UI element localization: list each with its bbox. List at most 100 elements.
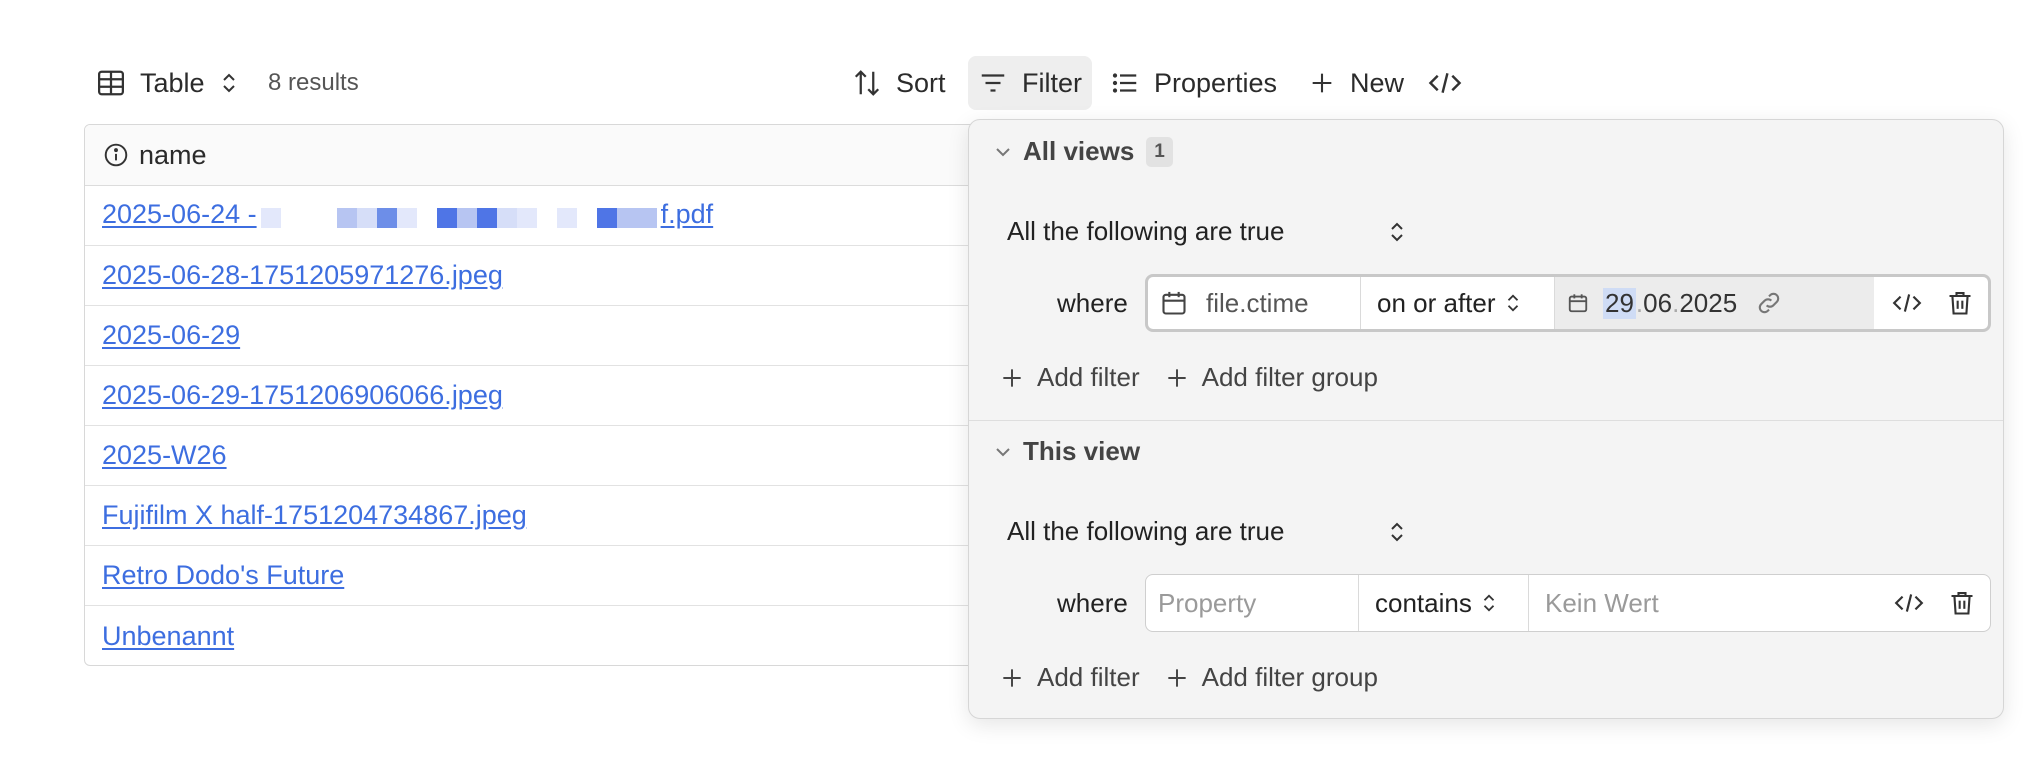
date-year[interactable]: 2025 [1679,288,1737,319]
add-filter-group-button[interactable]: Add filter group [1164,362,1378,393]
file-link[interactable]: Retro Dodo's Future [102,560,344,591]
where-label: where [1057,288,1128,318]
table-row: 2025-06-28-1751205971276.jpeg [85,246,1083,306]
file-link-text: 2025-06-24 - [102,199,257,230]
file-link[interactable]: 2025-06-29 [102,320,240,351]
chevron-down-icon [993,142,1013,162]
add-filter-group-label: Add filter group [1201,662,1378,692]
updown-chevron-icon [1387,220,1407,244]
operator-label: on or after [1377,287,1496,318]
add-filter-group-label: Add filter group [1201,362,1378,392]
new-label: New [1350,67,1405,98]
table-row: 2025-06-29 [85,306,1083,366]
sort-icon [852,68,882,98]
property-select[interactable]: file.ctime [1148,277,1360,329]
view-label: Table [140,67,205,98]
operator-select[interactable]: contains [1358,575,1528,631]
table-row: Unbenannt [85,606,1083,665]
redacted-block [260,201,657,232]
row-actions [1894,588,1990,618]
where-label: where [1057,588,1128,618]
filter-count-badge: 1 [1146,136,1173,167]
file-link[interactable]: Fujifilm X half-1751204734867.jpeg [102,500,527,531]
code-view-button[interactable] [1428,56,1476,110]
plus-icon [1164,665,1190,691]
property-value: file.ctime [1206,287,1309,318]
conjunction-select[interactable]: All the following are true [1007,516,1403,547]
table-icon [96,68,126,98]
table-row: 2025-W26 [85,426,1083,486]
add-filter-group-button[interactable]: Add filter group [1164,662,1378,693]
conjunction-label: All the following are true [1007,216,1285,246]
sort-button[interactable]: Sort [852,56,946,110]
new-button[interactable]: New [1308,56,1404,110]
table-row: Retro Dodo's Future [85,546,1083,606]
file-link[interactable]: Unbenannt [102,621,234,652]
link-icon[interactable] [1755,289,1783,317]
updown-chevron-icon [1504,291,1522,315]
all-views-header[interactable]: All views 1 [993,136,1173,167]
value-placeholder: Kein Wert [1545,587,1659,618]
property-select[interactable]: Property [1146,575,1358,631]
all-views-title: All views [1023,136,1135,166]
properties-button[interactable]: Properties [1110,56,1277,110]
plus-icon [1308,69,1336,97]
calendar-icon [1160,289,1188,317]
trash-icon[interactable] [1946,288,1974,318]
filter-label: Filter [1022,67,1082,98]
updown-chevron-icon [1387,520,1407,544]
updown-chevron-icon [219,71,239,95]
table-row: 2025-06-29-1751206906066.jpeg [85,366,1083,426]
add-row: Add filter Add filter group [999,362,1402,393]
add-filter-button[interactable]: Add filter [999,362,1140,393]
row-actions [1892,288,1988,318]
code-icon[interactable] [1892,290,1922,316]
conjunction-label: All the following are true [1007,516,1285,546]
plus-icon [1164,365,1190,391]
filter-condition-row: Property contains Kein Wert [1145,574,1991,632]
plus-icon [999,665,1025,691]
view-switcher[interactable]: Table [96,56,253,110]
date-day[interactable]: 29 [1603,287,1636,319]
info-icon [103,142,129,168]
chevron-down-icon [993,442,1013,462]
file-link[interactable]: 2025-W26 [102,440,227,471]
table-row: Fujifilm X half-1751204734867.jpeg [85,486,1083,546]
column-header-name[interactable]: name [85,125,1083,186]
file-link[interactable]: 2025-06-28-1751205971276.jpeg [102,260,503,291]
trash-icon[interactable] [1948,588,1976,618]
add-filter-label: Add filter [1037,662,1140,692]
calendar-icon [1567,292,1589,314]
operator-select[interactable]: on or after [1360,277,1554,329]
file-link-suffix: f.pdf [660,199,714,230]
filter-button[interactable]: Filter [968,56,1092,110]
section-divider [969,420,2003,421]
filter-popover: All views 1 All the following are true w… [968,119,2004,719]
this-view-title: This view [1023,436,1141,466]
operator-label: contains [1375,587,1472,618]
date-month[interactable]: 06 [1643,288,1672,319]
properties-label: Properties [1154,67,1278,98]
results-table: name 2025-06-24 - f.pdf 2025-06-28-175120… [84,124,1084,666]
this-view-header[interactable]: This view [993,436,1140,467]
code-icon[interactable] [1894,590,1924,616]
property-placeholder: Property [1158,587,1257,618]
table-row: 2025-06-24 - f.pdf [85,186,1083,246]
file-link[interactable]: 2025-06-24 - f.pdf [102,199,713,231]
file-link[interactable]: 2025-06-29-1751206906066.jpeg [102,380,503,411]
sort-label: Sort [896,67,946,98]
code-icon [1428,68,1462,98]
list-icon [1110,68,1140,98]
add-filter-label: Add filter [1037,362,1140,392]
conjunction-select[interactable]: All the following are true [1007,216,1403,247]
results-count: 8 results [268,69,359,96]
filter-condition-row: file.ctime on or after 29. 06. 2025 [1145,274,1991,332]
date-input[interactable]: 29. 06. 2025 [1554,277,1874,329]
add-filter-button[interactable]: Add filter [999,662,1140,693]
plus-icon [999,365,1025,391]
updown-chevron-icon [1480,591,1498,615]
value-input[interactable]: Kein Wert [1528,575,1894,631]
add-row: Add filter Add filter group [999,662,1402,693]
filter-icon [978,68,1008,98]
column-header-label: name [139,139,207,170]
